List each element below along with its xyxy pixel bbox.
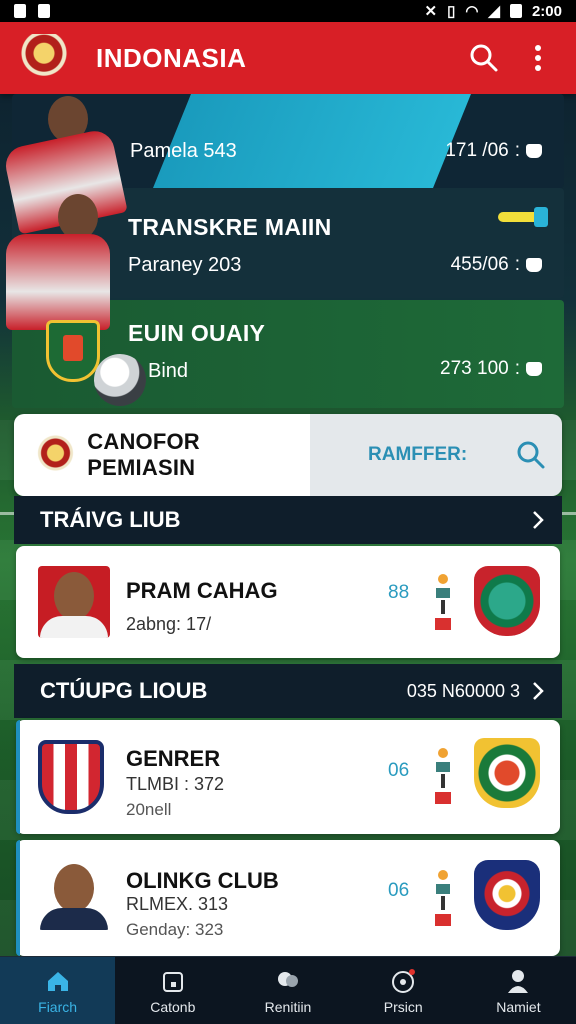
nav-home[interactable]: Fiarch — [0, 957, 116, 1024]
calendar-icon — [162, 971, 183, 992]
nav-label: Namiet — [496, 998, 541, 1015]
chevron-right-icon — [533, 511, 544, 529]
more-options-button[interactable] — [520, 40, 556, 76]
section-header-trending[interactable]: TRÁIVG LIUB — [14, 496, 562, 544]
club-logo — [474, 566, 540, 636]
player-number: 88 — [388, 582, 410, 603]
ranking-icon — [434, 870, 452, 930]
club-badge-icon — [46, 320, 100, 382]
club-number: 06 — [388, 760, 410, 781]
nav-label: Catonb — [150, 998, 196, 1015]
search-field[interactable]: RAMFFER: — [310, 414, 562, 496]
trophy-icon — [526, 144, 542, 158]
players-icon — [278, 971, 298, 987]
club-name: OLINKG CLUB — [126, 868, 279, 893]
trophy-icon — [526, 362, 542, 376]
battery-icon — [509, 4, 522, 18]
nav-label: Fiarch — [38, 998, 78, 1015]
player-avatar — [38, 566, 110, 638]
club-logo — [474, 738, 540, 808]
home-icon — [47, 971, 68, 991]
search-field-label: RAMFFER: — [368, 444, 468, 465]
news-stat-value: 273 100 — [440, 358, 509, 379]
highlight-icon — [498, 207, 548, 227]
club-stat: TLMBI : 372 — [126, 774, 225, 794]
players-illustration — [0, 94, 230, 414]
club-logo — [474, 860, 540, 930]
app-title: INDONASIA — [96, 42, 247, 73]
list-item[interactable]: OLINKG CLUB RLMEX. 313 Genday: 323 06 — [16, 840, 560, 956]
wifi-icon: ◠ — [465, 3, 479, 20]
section-title: CTÚUPG LIOUB — [40, 678, 208, 703]
player-stat: 2abng: 17/ — [126, 614, 212, 634]
club-substat: 20nell — [126, 800, 172, 819]
status-time: 2:00 — [531, 2, 562, 20]
vibrate-icon: ▯ — [447, 3, 456, 20]
football-icon — [94, 354, 146, 406]
nav-label: Renitiin — [264, 998, 312, 1015]
player-avatar — [38, 858, 110, 930]
section-meta: 035 N60000 3 — [407, 680, 546, 702]
nav-calendar[interactable]: Catonb — [115, 957, 230, 1024]
player-name: PRAM CAHAG — [126, 578, 278, 603]
signal-icon: ◢ — [488, 3, 500, 20]
more-vert-icon — [535, 45, 541, 71]
profile-icon — [508, 969, 529, 993]
federation-crest-icon — [36, 435, 76, 475]
dot-icon: : — [514, 358, 520, 379]
chevron-right-icon — [533, 682, 544, 700]
mute-icon: ✕ — [424, 3, 438, 20]
section-meta-value: 035 N60000 3 — [406, 680, 520, 701]
federation-filter[interactable]: CANOFOR PEMIASIN — [14, 414, 310, 496]
club-shield-icon — [38, 740, 104, 814]
news-stat-value: 455/06 — [450, 254, 509, 275]
federation-crest-logo — [20, 34, 68, 82]
club-name: GENRER — [126, 746, 221, 771]
notification-icon — [14, 4, 26, 18]
news-stat: 273 100 : — [440, 358, 542, 380]
bottom-navigation: Fiarch Catonb Renitiin Prsicn Namiet — [0, 956, 576, 1024]
status-bar: ✕ ▯ ◠ ◢ 2:00 — [0, 0, 576, 22]
search-icon — [470, 44, 498, 72]
dot-icon: : — [514, 254, 520, 275]
list-item[interactable]: GENRER TLMBI : 372 20nell 06 — [16, 720, 560, 834]
club-substat: Genday: 323 — [126, 920, 224, 939]
nav-matches[interactable]: Prsicn — [346, 957, 461, 1024]
app-bar: INDONASIA — [0, 22, 576, 94]
trophy-icon — [526, 258, 542, 272]
dot-icon: : — [514, 140, 520, 161]
section-header-group[interactable]: CTÚUPG LIOUB 035 N60000 3 — [14, 664, 562, 718]
news-stat-value: 171 /06 — [445, 140, 509, 161]
section-title: TRÁIVG LIUB — [40, 507, 181, 532]
nav-profile[interactable]: Namiet — [461, 957, 576, 1024]
search-icon[interactable] — [516, 440, 546, 470]
nav-players[interactable]: Renitiin — [230, 957, 345, 1024]
news-stat: 171 /06 : — [445, 140, 542, 162]
image-icon — [38, 4, 50, 18]
club-stat: RLMEX. 313 — [126, 894, 229, 914]
federation-filter-label: CANOFOR PEMIASIN — [87, 429, 200, 480]
club-number: 06 — [388, 880, 410, 901]
club-search-panel: CANOFOR PEMIASIN RAMFFER: — [14, 414, 562, 496]
nav-label: Prsicn — [383, 998, 423, 1015]
list-item[interactable]: PRAM CAHAG 2abng: 17/ 88 — [16, 546, 560, 658]
news-stat: 455/06 : — [451, 254, 542, 276]
search-button[interactable] — [466, 40, 502, 76]
ranking-icon — [434, 574, 452, 634]
ball-icon — [392, 968, 416, 993]
ranking-icon — [434, 748, 452, 808]
